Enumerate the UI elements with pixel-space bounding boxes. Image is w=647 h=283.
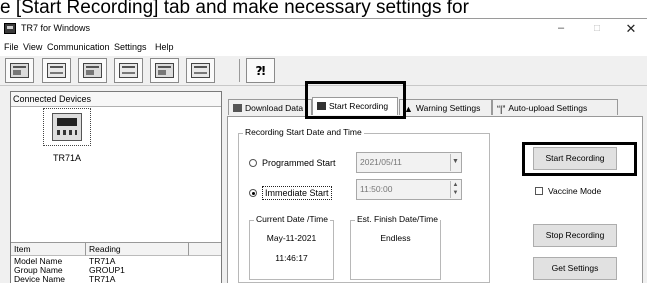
grid-header-reading[interactable]: Reading xyxy=(86,243,189,256)
immediate-time-field[interactable]: 11:50:00 ▲ ▼ xyxy=(356,179,462,200)
toolbar-button-recording[interactable] xyxy=(78,58,107,83)
toolbar-button-settings[interactable] xyxy=(114,58,143,83)
programmed-start-radio[interactable]: Programmed Start xyxy=(249,158,336,168)
help-pointer-icon: ⁈ xyxy=(255,63,266,78)
app-window: TR7 for Windows – □ ✕ File View Communic… xyxy=(0,18,647,283)
finish-value: Endless xyxy=(380,233,411,243)
close-button[interactable]: ✕ xyxy=(616,20,646,37)
app-logo-icon xyxy=(4,23,16,34)
menu-file[interactable]: File xyxy=(4,42,19,52)
tab-label: Auto-upload Settings xyxy=(508,103,588,113)
grid-header-blank xyxy=(189,243,221,256)
connected-devices-title: Connected Devices xyxy=(11,92,221,107)
programmed-date-field[interactable]: 2021/05/11 ▼ xyxy=(356,152,462,173)
current-time-value: 11:46:17 xyxy=(275,253,308,263)
device-properties-grid: Item Reading Model Name TR71A Group Name… xyxy=(11,242,221,283)
download-icon xyxy=(47,63,66,78)
download-data-icon xyxy=(233,104,242,112)
tab-download-data[interactable]: Download Data xyxy=(228,99,312,115)
immediate-start-radio[interactable]: Immediate Start xyxy=(249,186,332,200)
tab-label: Download Data xyxy=(245,103,304,113)
monitor-icon xyxy=(155,63,174,78)
device-label: TR71A xyxy=(52,153,81,163)
menu-communication[interactable]: Communication xyxy=(47,42,110,52)
menu-view[interactable]: View xyxy=(23,42,42,52)
radio-circle xyxy=(249,159,257,167)
grid-row-reading: TR71A xyxy=(89,274,116,283)
radio-circle-selected xyxy=(249,189,257,197)
logger-device-icon xyxy=(52,113,82,141)
current-datetime-title: Current Date /Time xyxy=(254,214,330,224)
finish-datetime-group: Est. Finish Date/Time Endless xyxy=(350,214,441,280)
stop-recording-button[interactable]: Stop Recording xyxy=(533,224,617,247)
highlight-start-recording-button xyxy=(522,142,637,176)
spinner-icon[interactable]: ▲ ▼ xyxy=(450,181,460,198)
toolbar-separator xyxy=(239,59,240,82)
immediate-time-value: 11:50:00 xyxy=(360,184,393,194)
window-title: TR7 for Windows xyxy=(21,23,91,33)
title-bar: TR7 for Windows – □ ✕ xyxy=(0,19,647,39)
vaccine-mode-checkbox[interactable]: Vaccine Mode xyxy=(535,186,601,196)
menu-help[interactable]: Help xyxy=(155,42,174,52)
get-settings-button[interactable]: Get Settings xyxy=(533,257,617,280)
instruction-caption: e [Start Recording] tab and make necessa… xyxy=(0,0,469,18)
finish-datetime-title: Est. Finish Date/Time xyxy=(355,214,440,224)
device-tile[interactable] xyxy=(43,108,91,146)
upload-icon: “|” xyxy=(497,104,506,114)
grid-row-item: Device Name xyxy=(14,274,66,283)
toolbar-button-download[interactable] xyxy=(42,58,71,83)
grid-header-item[interactable]: Item xyxy=(11,243,86,256)
recording-icon xyxy=(83,63,102,78)
programmed-start-label: Programmed Start xyxy=(262,158,336,168)
highlight-start-recording-tab xyxy=(305,81,406,119)
connected-devices-panel: Connected Devices TR71A Item Reading Mod… xyxy=(10,91,222,283)
chevron-down-icon[interactable]: ▼ xyxy=(450,154,460,171)
toolbar-button-monitor[interactable] xyxy=(150,58,179,83)
menu-bar: File View Communication Settings Help xyxy=(0,39,647,56)
programmed-date-value: 2021/05/11 xyxy=(360,157,402,167)
toolbar-button-help[interactable]: ⁈ xyxy=(246,58,275,83)
minimize-button[interactable]: – xyxy=(546,20,576,37)
immediate-start-label: Immediate Start xyxy=(262,186,332,200)
current-datetime-group: Current Date /Time May-11-2021 11:46:17 xyxy=(249,214,334,280)
toolbar-button-device-info[interactable] xyxy=(5,58,34,83)
recording-start-group-title: Recording Start Date and Time xyxy=(243,127,364,137)
checkbox-box xyxy=(535,187,543,195)
tab-auto-upload-settings[interactable]: “|” Auto-upload Settings xyxy=(492,99,618,115)
current-date-value: May-11-2021 xyxy=(266,233,317,243)
toolbar-button-list[interactable] xyxy=(186,58,215,83)
tab-label: Warning Settings xyxy=(415,103,481,113)
list-icon xyxy=(191,63,210,78)
menu-settings[interactable]: Settings xyxy=(114,42,147,52)
vaccine-mode-label: Vaccine Mode xyxy=(548,186,602,196)
device-info-icon xyxy=(10,63,29,78)
tab-warning-settings[interactable]: ▲ Warning Settings xyxy=(399,99,492,115)
recording-start-group: Recording Start Date and Time Programmed… xyxy=(238,127,490,283)
maximize-button[interactable]: □ xyxy=(582,20,612,37)
settings-icon xyxy=(119,63,138,78)
